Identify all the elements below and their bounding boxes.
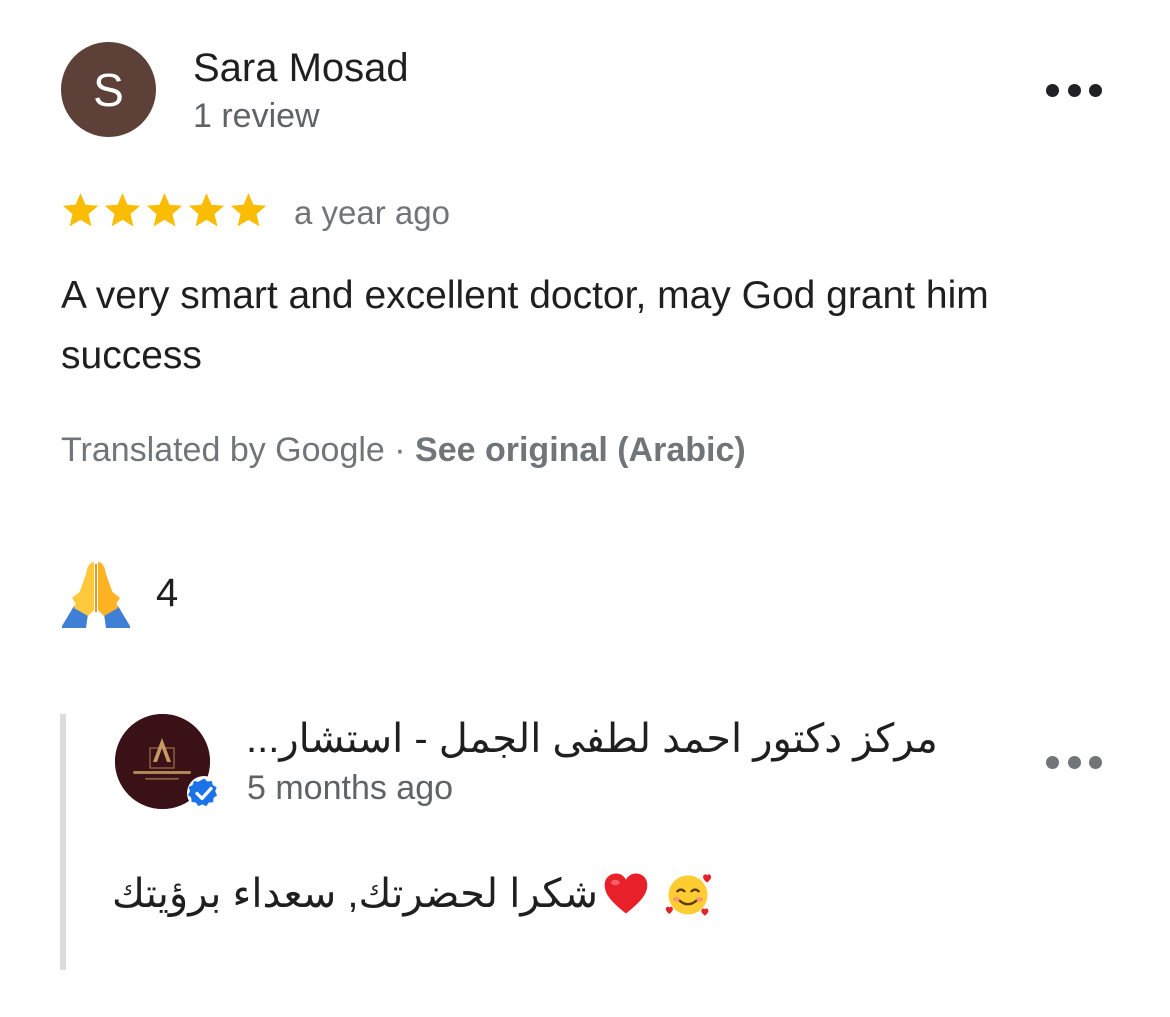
smiling-face-with-hearts-icon	[665, 874, 712, 916]
reviewer-avatar[interactable]: S	[61, 42, 156, 137]
see-original-link[interactable]: See original (Arabic)	[415, 431, 746, 469]
more-horizontal-icon	[1067, 83, 1081, 97]
reviewer-name[interactable]: Sara Mosad	[193, 44, 409, 92]
more-horizontal-icon	[1046, 83, 1059, 97]
owner-name[interactable]: مركز دكتور احمد لطفى الجمل - استشار...	[246, 712, 946, 766]
star-icon	[104, 193, 141, 227]
verified-badge-icon	[187, 776, 221, 810]
star-icon	[188, 193, 225, 227]
reply-divider-bar	[60, 714, 66, 970]
review-card: S Sara Mosad 1 review a year ago A very …	[0, 0, 1170, 1017]
reaction-button[interactable]: 4	[58, 556, 178, 630]
owner-reply-text: شكرا لحضرتك, سعداء برؤيتك	[112, 872, 599, 916]
owner-reply-timestamp: 5 months ago	[247, 769, 454, 807]
star-icon	[146, 193, 183, 227]
translation-separator: ·	[384, 431, 416, 469]
reaction-count: 4	[156, 571, 179, 615]
translation-notice: Translated by Google · See original (Ara…	[61, 428, 746, 472]
star-rating	[60, 190, 269, 231]
star-icon	[62, 193, 99, 227]
star-icon	[230, 193, 267, 227]
reply-more-options-button[interactable]	[1046, 742, 1102, 782]
reviewer-avatar-initial: S	[93, 63, 124, 116]
folded-hands-icon	[62, 562, 130, 628]
review-timestamp: a year ago	[294, 194, 450, 231]
review-text: A very smart and excellent doctor, may G…	[61, 274, 989, 377]
more-horizontal-icon	[1089, 755, 1102, 769]
owner-reply-content: شكرا لحضرتك, سعداء برؤيتك	[112, 866, 712, 922]
more-horizontal-icon	[1067, 755, 1081, 769]
red-heart-icon	[604, 873, 648, 914]
translated-by-label: Translated by Google	[61, 431, 385, 469]
more-horizontal-icon	[1046, 755, 1059, 769]
more-horizontal-icon	[1089, 83, 1102, 97]
review-more-options-button[interactable]	[1046, 70, 1102, 110]
reviewer-review-count: 1 review	[193, 97, 320, 135]
